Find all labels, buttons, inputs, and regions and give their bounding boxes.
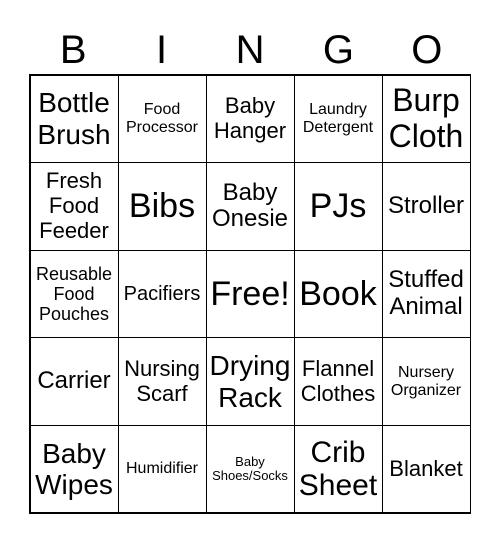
cell-label: Baby Hanger [213, 93, 287, 143]
bingo-cell[interactable]: Baby Shoes/Socks [205, 424, 295, 514]
cell-label: Reusable Food Pouches [35, 263, 113, 325]
cell-label: Nursing Scarf [124, 355, 200, 406]
bingo-cell[interactable]: Free! [205, 249, 295, 339]
bingo-cell[interactable]: Crib Sheet [293, 424, 383, 514]
bingo-cell[interactable]: Nursing Scarf [117, 337, 207, 426]
bingo-cell[interactable]: Baby Onesie [205, 162, 295, 251]
bingo-cell[interactable]: Reusable Food Pouches [29, 249, 119, 339]
bingo-cell[interactable]: Book [293, 249, 383, 339]
cell-label: Pacifiers [123, 282, 201, 305]
header-letter-o: O [411, 28, 443, 72]
cell-label: Baby Wipes [35, 437, 113, 501]
header-letter-n: N [235, 28, 265, 72]
bingo-cell[interactable]: Blanket [381, 424, 471, 514]
header-letter-b: B [59, 28, 87, 72]
cell-label: Humidifier [125, 460, 198, 478]
bingo-cell[interactable]: Burp Cloth [381, 74, 471, 164]
cell-label: Carrier [37, 367, 111, 395]
cell-label: Bottle Brush [37, 87, 111, 150]
header-letter-i: I [156, 28, 168, 72]
bingo-cell[interactable]: Bottle Brush [29, 74, 119, 164]
bingo-cell[interactable]: Fresh Food Feeder [29, 162, 119, 251]
bingo-cell[interactable]: Drying Rack [205, 337, 295, 426]
cell-label: Burp Cloth [388, 81, 464, 154]
cell-label: Baby Onesie [211, 178, 289, 233]
cell-label: Blanket [389, 455, 463, 481]
cell-label: Stroller [387, 191, 465, 219]
cell-label: Nursery Organizer [390, 363, 462, 399]
header-letter-g: G [322, 28, 354, 72]
bingo-cell[interactable]: Stuffed Animal [381, 249, 471, 339]
bingo-cell[interactable]: Nursery Organizer [381, 337, 471, 426]
bingo-grid: Bottle Brush Food Processor Baby Hanger Lau… [29, 74, 471, 514]
cell-label: Food Processor [125, 100, 199, 136]
cell-label: Fresh Food Feeder [39, 168, 109, 243]
bingo-cell[interactable]: Pacifiers [117, 249, 207, 339]
bingo-cell[interactable]: Carrier [29, 337, 119, 426]
bingo-cell[interactable]: Flannel Clothes [293, 337, 383, 426]
bingo-cell[interactable]: Stroller [381, 162, 471, 251]
bingo-cell[interactable]: Baby Hanger [205, 74, 295, 164]
bingo-cell[interactable]: Laundry Detergent [293, 74, 383, 164]
bingo-cell[interactable]: Humidifier [117, 424, 207, 514]
cell-label: Bibs [128, 187, 196, 226]
bingo-header: B I N G O [29, 26, 471, 74]
cell-label: Crib Sheet [298, 435, 378, 503]
cell-label: Stuffed Animal [388, 266, 464, 320]
cell-label: Drying Rack [209, 350, 291, 413]
bingo-cell[interactable]: Food Processor [117, 74, 207, 164]
cell-label: Baby Shoes/Socks [212, 453, 288, 484]
cell-label: PJs [309, 187, 367, 226]
cell-label: Laundry Detergent [302, 100, 374, 136]
bingo-cell[interactable]: Bibs [117, 162, 207, 251]
cell-label: Free! [210, 274, 290, 313]
bingo-cell[interactable]: PJs [293, 162, 383, 251]
bingo-cell[interactable]: Baby Wipes [29, 424, 119, 514]
cell-label: Flannel Clothes [300, 355, 376, 406]
cell-label: Book [299, 274, 377, 313]
